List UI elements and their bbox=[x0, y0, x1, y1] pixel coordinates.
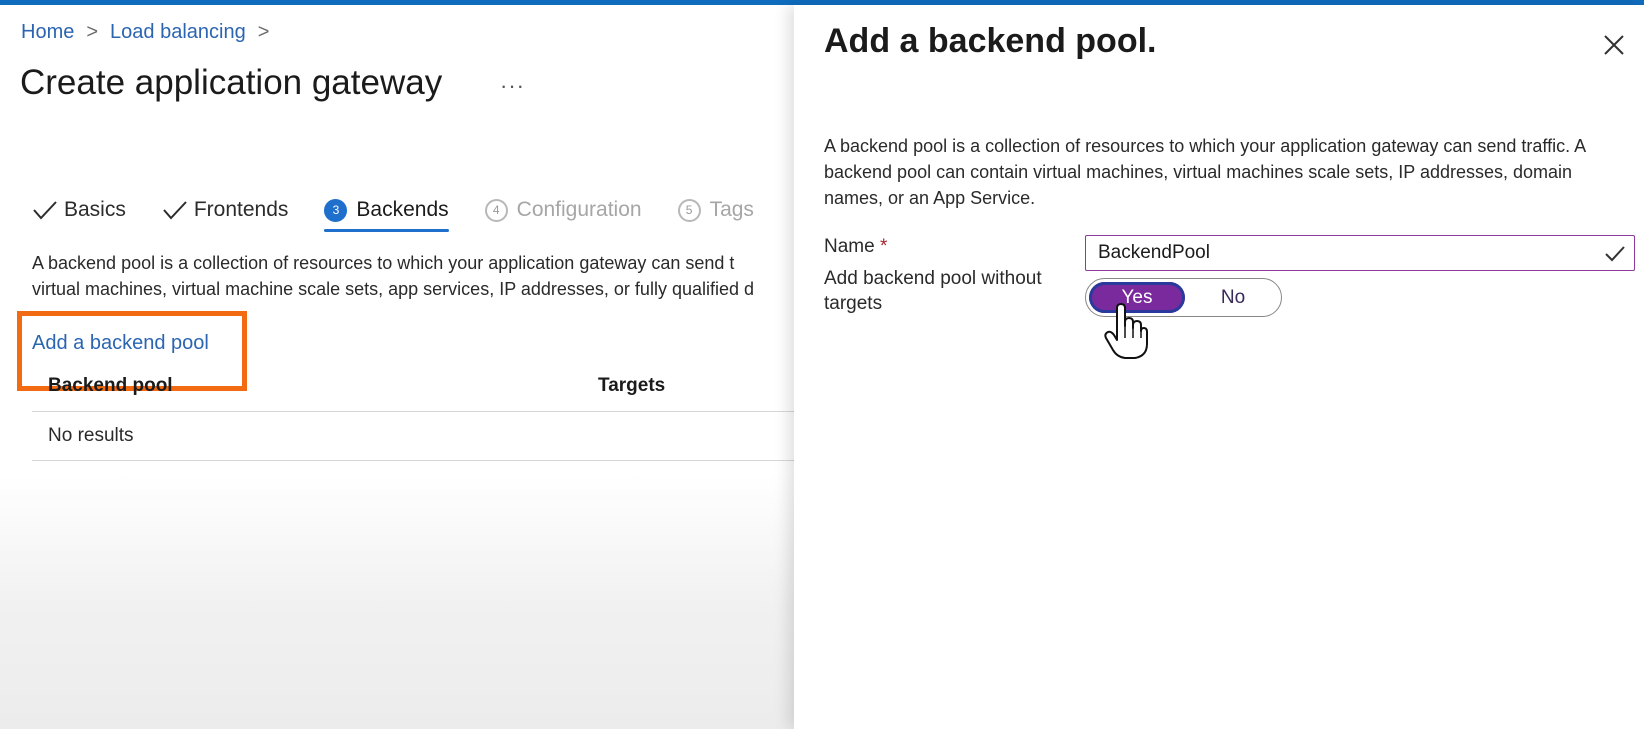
tab-label: Configuration bbox=[516, 198, 642, 221]
targets-field-label: Add backend pool without targets bbox=[824, 268, 1042, 314]
tab-label: Tags bbox=[709, 198, 754, 221]
column-header-targets[interactable]: Targets bbox=[598, 375, 665, 397]
table-row: No results bbox=[32, 412, 794, 461]
tab-label: Basics bbox=[64, 198, 126, 221]
checkmark-icon bbox=[163, 201, 187, 220]
tab-frontends[interactable]: Frontends bbox=[162, 188, 289, 232]
page-title: Create application gateway bbox=[20, 63, 443, 102]
tab-basics[interactable]: Basics bbox=[32, 188, 126, 232]
close-icon[interactable] bbox=[1601, 32, 1627, 58]
name-field-label: Name * bbox=[824, 236, 887, 258]
name-label-text: Name bbox=[824, 236, 875, 257]
tab-label: Frontends bbox=[193, 198, 289, 221]
step-number-badge: 3 bbox=[324, 198, 348, 222]
step-number-badge: 5 bbox=[677, 198, 701, 222]
checkmark-icon bbox=[1605, 246, 1625, 262]
checkmark-icon bbox=[33, 201, 57, 220]
panel-title: Add a backend pool. bbox=[824, 22, 1157, 60]
toggle-no-option[interactable]: No bbox=[1185, 282, 1281, 313]
empty-results-text: No results bbox=[48, 425, 134, 446]
backends-description: A backend pool is a collection of resour… bbox=[32, 250, 794, 302]
description-line: A backend pool is a collection of resour… bbox=[32, 253, 735, 273]
tab-backends[interactable]: 3 Backends bbox=[324, 188, 449, 232]
tab-label: Backends bbox=[356, 198, 449, 221]
breadcrumb-home[interactable]: Home bbox=[21, 21, 74, 44]
tab-tags[interactable]: 5 Tags bbox=[677, 188, 754, 232]
add-backend-pool-panel: Add a backend pool. A backend pool is a … bbox=[794, 5, 1644, 729]
table-header: Backend pool Targets bbox=[32, 363, 794, 412]
panel-description: A backend pool is a collection of resour… bbox=[824, 136, 1586, 208]
hand-pointer-cursor-icon bbox=[1104, 303, 1148, 359]
breadcrumb: Home > Load balancing > bbox=[21, 21, 281, 44]
required-marker: * bbox=[879, 236, 888, 257]
wizard-tabs: Basics Frontends 3 Backends 4 Configurat… bbox=[32, 188, 790, 232]
step-number-badge: 4 bbox=[484, 198, 508, 222]
name-input[interactable] bbox=[1085, 235, 1635, 271]
column-header-backend-pool[interactable]: Backend pool bbox=[48, 375, 173, 397]
description-line: virtual machines, virtual machine scale … bbox=[32, 279, 755, 299]
breadcrumb-load-balancing[interactable]: Load balancing bbox=[110, 21, 246, 44]
more-options-button[interactable]: ··· bbox=[500, 73, 525, 99]
tab-configuration[interactable]: 4 Configuration bbox=[484, 188, 642, 232]
chevron-right-icon: > bbox=[257, 21, 270, 43]
add-backend-pool-link[interactable]: Add a backend pool bbox=[32, 332, 209, 355]
chevron-right-icon: > bbox=[86, 21, 99, 43]
main-page: Home > Load balancing > Create applicati… bbox=[0, 5, 794, 729]
